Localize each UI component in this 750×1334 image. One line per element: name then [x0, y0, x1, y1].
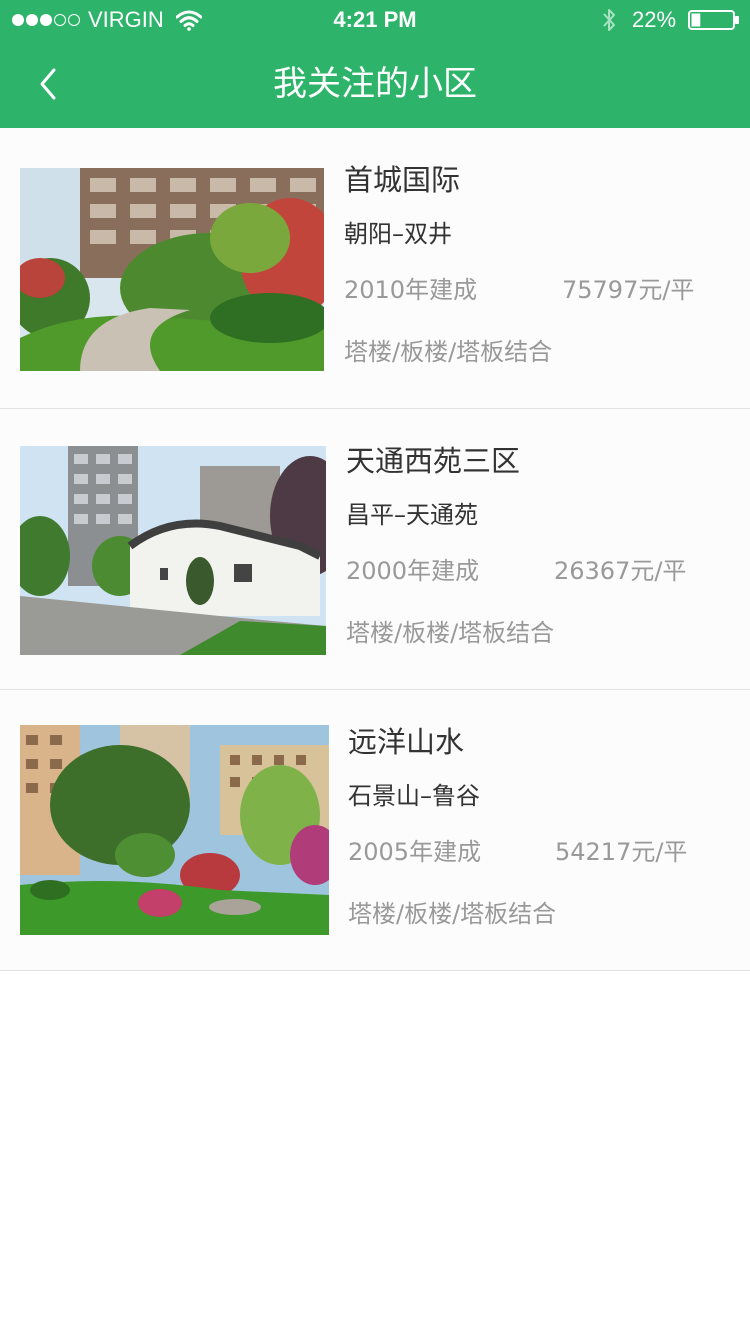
community-photo [20, 168, 324, 371]
community-info: 远洋山水 石景山–鲁谷 2005年建成 54217元/平 塔楼/板楼/塔板结合 [348, 720, 708, 934]
community-location: 昌平–天通苑 [346, 501, 478, 529]
battery-icon [688, 10, 739, 30]
status-bar: VIRGIN 4:21 PM 22% [0, 0, 750, 40]
battery-percentage: 22% [632, 7, 677, 32]
community-info: 天通西苑三区 昌平–天通苑 2000年建成 26367元/平 塔楼/板楼/塔板结… [346, 439, 706, 653]
community-list-item[interactable]: 远洋山水 石景山–鲁谷 2005年建成 54217元/平 塔楼/板楼/塔板结合 [0, 690, 750, 971]
community-meta: 2010年建成 75797元/平 [344, 270, 706, 310]
unit-price: 26367元/平 [554, 557, 687, 585]
community-photo [20, 446, 326, 655]
community-meta: 2000年建成 26367元/平 [346, 551, 706, 591]
building-types: 塔楼/板楼/塔板结合 [344, 338, 553, 366]
community-photo [20, 725, 329, 935]
built-year: 2010年建成 [344, 276, 478, 304]
community-list-item[interactable]: 天通西苑三区 昌平–天通苑 2000年建成 26367元/平 塔楼/板楼/塔板结… [0, 409, 750, 690]
community-name: 天通西苑三区 [346, 444, 521, 478]
community-name: 远洋山水 [348, 725, 465, 759]
community-list-item[interactable]: 首城国际 朝阳–双井 2010年建成 75797元/平 塔楼/板楼/塔板结合 [0, 128, 750, 409]
built-year: 2000年建成 [346, 557, 480, 585]
app-header: VIRGIN 4:21 PM 22% 我关注的小区 [0, 0, 750, 128]
unit-price: 75797元/平 [562, 276, 695, 304]
building-types: 塔楼/板楼/塔板结合 [348, 900, 557, 928]
community-name: 首城国际 [344, 163, 461, 197]
community-location: 朝阳–双井 [344, 220, 452, 248]
navigation-bar: 我关注的小区 [0, 40, 750, 128]
built-year: 2005年建成 [348, 838, 482, 866]
community-info: 首城国际 朝阳–双井 2010年建成 75797元/平 塔楼/板楼/塔板结合 [344, 158, 706, 372]
bluetooth-icon [603, 9, 615, 31]
community-list: 首城国际 朝阳–双井 2010年建成 75797元/平 塔楼/板楼/塔板结合 天… [0, 128, 750, 971]
community-meta: 2005年建成 54217元/平 [348, 832, 708, 872]
unit-price: 54217元/平 [555, 838, 688, 866]
community-location: 石景山–鲁谷 [348, 782, 480, 810]
page-title: 我关注的小区 [273, 64, 477, 104]
building-types: 塔楼/板楼/塔板结合 [346, 619, 555, 647]
